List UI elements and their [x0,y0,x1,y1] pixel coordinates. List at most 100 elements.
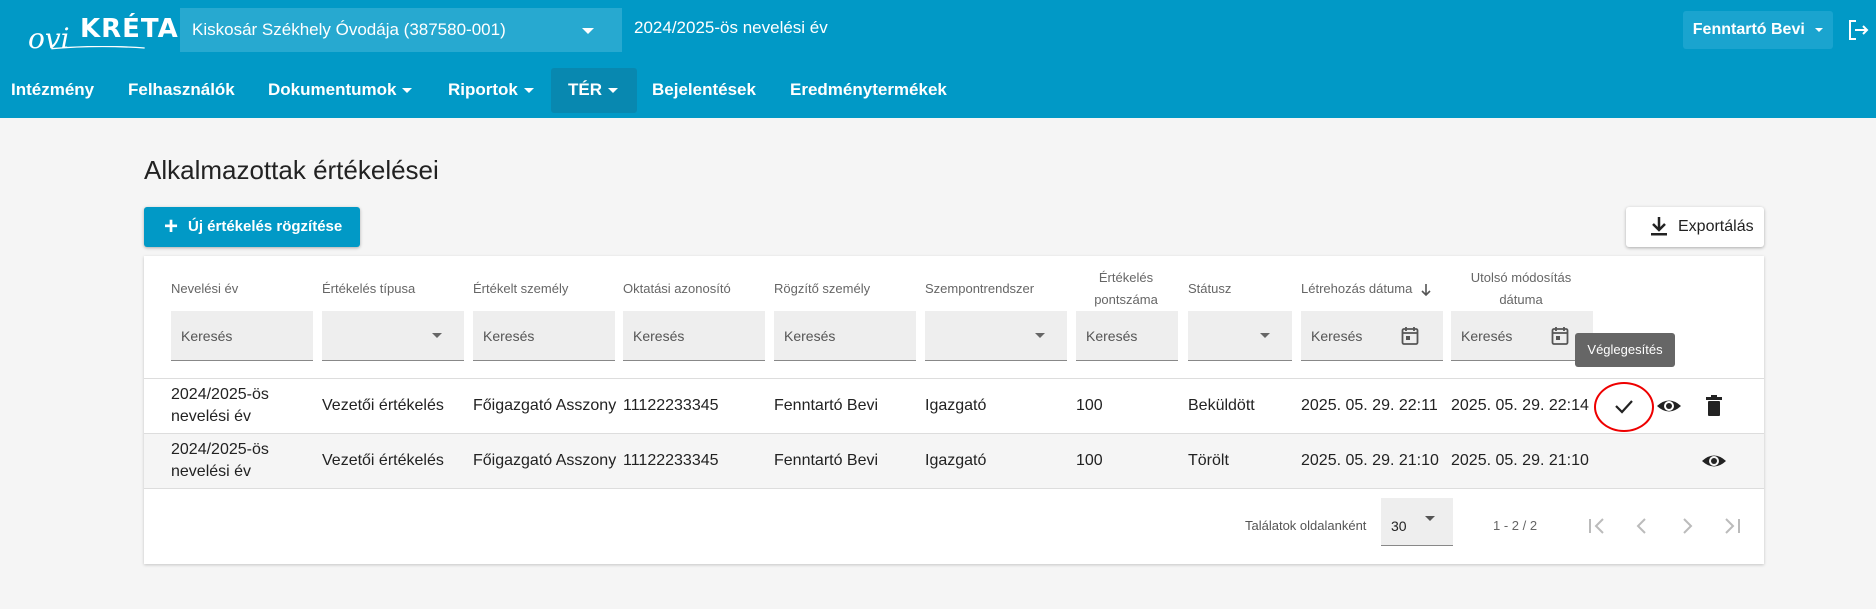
filter-year-input[interactable]: Keresés [171,311,313,361]
page-title: Alkalmazottak értékelései [144,155,439,185]
export-label: Exportálás [1678,218,1754,235]
column-label: Létrehozás dátuma [1301,281,1413,296]
cell-modified: 2025. 05. 29. 21:10 [1451,452,1589,469]
nav-eredmenytermekek[interactable]: Eredménytermékek [790,61,947,118]
export-button[interactable]: Exportálás [1626,207,1764,247]
nav-label: Felhasználók [128,80,235,99]
chevron-down-icon [402,88,413,94]
logo[interactable]: ovi KRÉTA [28,8,178,55]
nav-label: Intézmény [11,80,95,99]
chevron-down-icon [608,88,618,94]
cell-edu-id: 11122233345 [623,397,719,414]
nav-ter[interactable]: TÉR [568,61,618,118]
nav-label: Eredménytermékek [790,80,947,99]
cell-edu-id: 11122233345 [623,452,719,469]
cell-type: Vezetői értékelés [322,452,444,469]
row-divider [144,378,1764,379]
nav-riportok[interactable]: Riportok [448,61,534,118]
filter-type-select[interactable] [322,311,464,361]
filter-status-select[interactable] [1188,311,1292,361]
column-header-person[interactable]: Értékelt személy [473,278,568,300]
nav-dokumentumok[interactable]: Dokumentumok [268,61,413,118]
nav-bejelentesek[interactable]: Bejelentések [652,61,756,118]
cell-modified: 2025. 05. 29. 22:14 [1451,397,1589,414]
column-label: Értékelés [1098,270,1154,285]
nav-label: Riportok [448,80,518,99]
cell-year-line2: nevelési év [171,408,252,425]
cell-criteria: Igazgató [925,452,987,469]
cell-year-line1: 2024/2025-ös [171,386,269,403]
cell-recorder: Fenntartó Bevi [774,452,879,469]
cell-criteria: Igazgató [925,397,987,414]
column-header-recorder[interactable]: Rögzítő személy [774,278,870,300]
per-page-label: Találatok oldalanként [1245,518,1367,533]
column-header-criteria[interactable]: Szempontrendszer [925,278,1034,300]
highlight-circle [1594,382,1654,432]
column-header-created[interactable]: Létrehozás dátuma [1301,278,1432,300]
column-header-score[interactable]: Értékelés pontszáma [1076,267,1176,311]
cell-person: Főigazgató Asszony [473,397,617,414]
trash-icon[interactable] [1700,392,1728,420]
filter-created-input[interactable]: Keresés [1301,311,1443,361]
user-menu-button[interactable]: Fenntartó Bevi [1683,11,1833,49]
school-year: 2024/2025-ös nevelési év [634,18,828,37]
cell-status: Törölt [1188,452,1229,469]
filter-placeholder: Keresés [181,328,233,344]
cell-recorder: Fenntartó Bevi [774,397,879,414]
next-page-icon[interactable] [1675,514,1699,538]
filter-score-input[interactable]: Keresés [1076,311,1178,361]
column-header-type[interactable]: Értékelés típusa [322,278,415,300]
column-label: Utolsó módosítás [1470,270,1572,285]
cell-created: 2025. 05. 29. 22:11 [1301,397,1438,414]
per-page-select[interactable]: 30 [1381,498,1453,546]
cell-score: 100 [1076,397,1103,414]
filter-person-input[interactable]: Keresés [473,311,615,361]
first-page-icon[interactable] [1585,514,1609,538]
last-page-icon[interactable] [1720,514,1744,538]
filter-recorder-input[interactable]: Keresés [774,311,916,361]
nav-intezmeny[interactable]: Intézmény [11,61,94,118]
column-label: Oktatási azonosító [623,281,731,296]
previous-page-icon[interactable] [1630,514,1654,538]
column-label: Státusz [1188,281,1232,296]
column-header-status[interactable]: Státusz [1188,278,1231,300]
chevron-down-icon [1425,516,1435,521]
eye-icon[interactable] [1655,392,1683,420]
logo-main: KRÉTA [80,14,179,44]
chevron-down-icon [1035,333,1045,338]
logout-icon[interactable] [1846,18,1870,42]
nav-label: Dokumentumok [268,80,397,99]
column-label: Értékelés típusa [322,281,416,296]
filter-placeholder: Keresés [1086,328,1138,344]
chevron-down-icon [523,88,534,94]
filter-placeholder: Keresés [1461,328,1513,344]
filter-edu-id-input[interactable]: Keresés [623,311,765,361]
column-label: Nevelési év [171,281,239,296]
institution-select[interactable]: Kiskosár Székhely Óvodája (387580-001) [180,8,622,52]
filter-modified-input[interactable]: Keresés [1451,311,1593,361]
logo-prefix: ovi [28,22,70,55]
calendar-icon[interactable] [1401,326,1419,346]
user-name: Fenntartó Bevi [1692,21,1805,38]
column-header-edu-id[interactable]: Oktatási azonosító [623,278,731,300]
chevron-down-icon [432,333,442,338]
column-label: Rögzítő személy [774,281,871,296]
column-header-year[interactable]: Nevelési év [171,278,238,300]
page-range: 1 - 2 / 2 [1493,518,1538,533]
cell-year: 2024/2025-ös nevelési év [171,384,269,428]
logo-swoosh-icon [51,46,145,50]
nav-label: Bejelentések [652,80,756,99]
calendar-icon[interactable] [1551,326,1569,346]
column-header-modified[interactable]: Utolsó módosítás dátuma [1451,267,1591,311]
column-label: Értékelt személy [473,281,569,296]
cell-year: 2024/2025-ös nevelési év [171,439,269,483]
filter-criteria-select[interactable] [925,311,1067,361]
cell-status: Beküldött [1188,397,1255,414]
nav-felhasznalok[interactable]: Felhasználók [128,61,235,118]
filter-placeholder: Keresés [784,328,836,344]
add-evaluation-button[interactable]: + Új értékelés rögzítése [144,207,360,247]
download-icon [1651,217,1667,236]
eye-icon[interactable] [1700,447,1728,475]
filter-placeholder: Keresés [633,328,685,344]
cell-year-line1: 2024/2025-ös [171,441,269,458]
